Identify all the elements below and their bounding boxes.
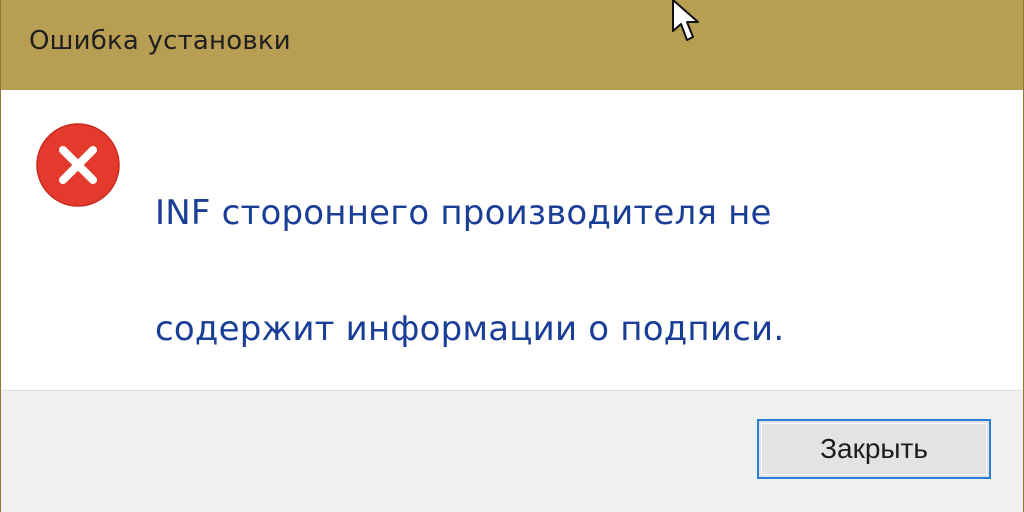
error-message-line-2: содержит информации о подписи. xyxy=(155,309,785,349)
dialog-footer: Закрыть xyxy=(1,390,1023,512)
dialog-content: INF стороннего производителя не содержит… xyxy=(1,90,1023,390)
mouse-cursor-icon xyxy=(672,0,699,41)
dialog-title: Ошибка установки xyxy=(29,26,291,56)
close-button[interactable]: Закрыть xyxy=(757,419,991,479)
error-message-line-1: INF стороннего производителя не xyxy=(155,193,772,233)
dialog-titlebar[interactable]: Ошибка установки xyxy=(1,0,1023,90)
error-dialog: Ошибка установки INF стороннего производ… xyxy=(0,0,1024,512)
error-icon xyxy=(36,123,120,207)
error-message: INF стороннего производителя не содержит… xyxy=(155,126,975,416)
